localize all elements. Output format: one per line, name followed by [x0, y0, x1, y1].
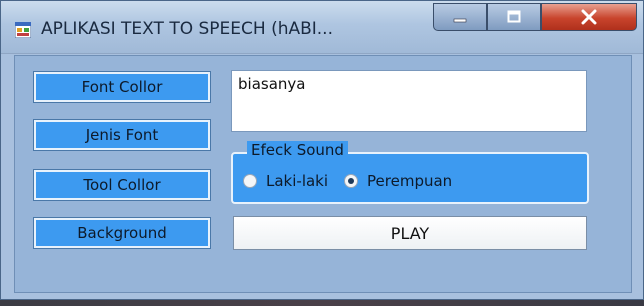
maximize-button[interactable]: [487, 3, 541, 31]
background-button[interactable]: Background: [33, 217, 211, 249]
window-controls: [433, 3, 639, 33]
font-type-button[interactable]: Jenis Font: [33, 119, 211, 151]
minimize-button[interactable]: [433, 3, 487, 31]
app-window: APLIKASI TEXT TO SPEECH (hABI... Font Co…: [0, 0, 644, 300]
female-radio[interactable]: [344, 174, 359, 188]
close-icon: [581, 9, 597, 25]
maximize-icon: [507, 10, 521, 23]
male-radio-label[interactable]: Laki-laki: [266, 172, 328, 190]
tool-color-button[interactable]: Tool Collor: [33, 169, 211, 201]
font-color-button[interactable]: Font Collor: [33, 71, 211, 103]
play-button[interactable]: PLAY: [233, 216, 587, 250]
form-client-area: Font Collor Jenis Font Tool Collor Backg…: [14, 55, 632, 293]
female-radio-label[interactable]: Perempuan: [367, 172, 452, 190]
male-radio[interactable]: [243, 174, 257, 188]
window-title: APLIKASI TEXT TO SPEECH (hABI...: [41, 19, 333, 39]
radio-row: Laki-laki Perempuan: [243, 172, 452, 190]
speech-text-input[interactable]: biasanya: [231, 70, 587, 132]
title-bar[interactable]: APLIKASI TEXT TO SPEECH (hABI...: [1, 1, 643, 54]
sound-effect-legend: Efeck Sound: [247, 141, 348, 159]
app-window-icon[interactable]: [14, 21, 32, 39]
minimize-icon: [453, 18, 467, 23]
close-button[interactable]: [541, 3, 637, 31]
sound-effect-group: Efeck Sound Laki-laki Perempuan: [231, 141, 589, 204]
